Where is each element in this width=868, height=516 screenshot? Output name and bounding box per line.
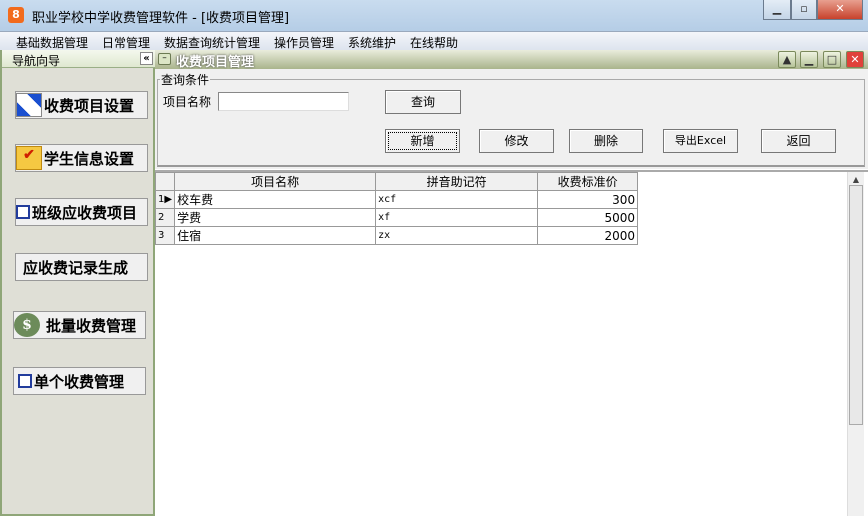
menu-query-stats[interactable]: 数据查询统计管理 <box>164 34 260 51</box>
menu-help[interactable]: 在线帮助 <box>410 34 458 51</box>
vertical-scrollbar[interactable]: ▲ <box>847 172 864 516</box>
fee-items-window: – 收费项目管理 ▲ ▁ □ ✕ 查询条件 项目名称 查询 新增 修改 删除 导… <box>154 50 868 516</box>
table-header-row: 项目名称 拼音助记符 收费标准价 <box>154 172 639 191</box>
nav-title: 导航向导 <box>12 54 61 68</box>
nav-student-info[interactable]: ✔ 学生信息设置 <box>15 144 148 172</box>
scrollbar-thumb[interactable] <box>849 185 863 425</box>
nav-panel: 导航向导 « 收费项目设置 ✔ 学生信息设置 班级应收费项目 应收费记录生成 $… <box>0 50 155 516</box>
folder-checklist-icon: ✔ <box>16 146 42 170</box>
menu-basic-data[interactable]: 基础数据管理 <box>16 34 88 51</box>
search-button[interactable]: 查询 <box>385 90 461 114</box>
nav-label: 单个收费管理 <box>34 372 125 391</box>
cell-name[interactable]: 校车费 <box>174 190 377 209</box>
nav-class-fees[interactable]: 班级应收费项目 <box>15 198 148 226</box>
money-bag-icon: $ <box>14 313 40 337</box>
cell-price[interactable]: 2000 <box>537 226 639 245</box>
export-excel-button[interactable]: 导出Excel <box>663 129 738 153</box>
add-button[interactable]: 新增 <box>385 129 460 153</box>
card-hand-icon <box>16 205 30 219</box>
header-name[interactable]: 项目名称 <box>174 172 377 191</box>
cell-price[interactable]: 300 <box>537 190 639 209</box>
table-row[interactable]: 1▶ 校车费 xcf 300 <box>154 190 639 209</box>
nav-batch-fees[interactable]: $ 批量收费管理 <box>13 311 146 339</box>
close-button[interactable]: ✕ <box>817 0 863 20</box>
menu-bar: 基础数据管理 日常管理 数据查询统计管理 操作员管理 系统维护 在线帮助 <box>0 31 868 50</box>
table-row[interactable]: 2 学费 xf 5000 <box>154 208 639 227</box>
header-pinyin[interactable]: 拼音助记符 <box>375 172 539 191</box>
cell-pinyin[interactable]: xf <box>375 208 539 227</box>
minimize-button[interactable]: ▁ <box>763 0 791 20</box>
system-menu-icon[interactable]: – <box>158 53 171 65</box>
nav-single-fees[interactable]: 单个收费管理 <box>13 367 146 395</box>
title-bar: 8 职业学校中学收费管理软件 - [收费项目管理] ▁ ▫ ✕ <box>0 0 868 31</box>
row-indicator: 2 <box>154 208 176 227</box>
nav-label: 学生信息设置 <box>44 149 135 168</box>
cell-name[interactable]: 住宿 <box>174 226 377 245</box>
scroll-up-button[interactable]: ▲ <box>778 51 796 68</box>
delete-button[interactable]: 删除 <box>569 129 643 153</box>
child-title-bar: – 收费项目管理 ▲ ▁ □ ✕ <box>155 50 868 70</box>
cell-price[interactable]: 5000 <box>537 208 639 227</box>
cell-pinyin[interactable]: zx <box>375 226 539 245</box>
header-indicator <box>154 172 176 191</box>
card-hand-icon <box>18 374 32 388</box>
restore-button[interactable]: ▫ <box>791 0 817 20</box>
child-close-button[interactable]: ✕ <box>846 51 864 68</box>
query-panel: 查询条件 项目名称 查询 新增 修改 删除 导出Excel 返回 <box>155 69 868 169</box>
fee-items-grid: 项目名称 拼音助记符 收费标准价 1▶ 校车费 xcf 300 2 学费 xf … <box>154 170 868 516</box>
row-indicator: 3 <box>154 226 176 245</box>
child-window-title: 收费项目管理 <box>176 55 255 70</box>
cell-name[interactable]: 学费 <box>174 208 377 227</box>
header-price[interactable]: 收费标准价 <box>537 172 639 191</box>
scroll-up-arrow-icon[interactable]: ▲ <box>848 175 864 184</box>
nav-label: 班级应收费项目 <box>32 203 138 222</box>
table-row[interactable]: 3 住宿 zx 2000 <box>154 226 639 245</box>
child-minimize-button[interactable]: ▁ <box>800 51 818 68</box>
child-maximize-button[interactable]: □ <box>823 51 841 68</box>
query-legend: 查询条件 <box>160 71 211 88</box>
item-name-input[interactable] <box>218 92 349 111</box>
edit-button[interactable]: 修改 <box>479 129 554 153</box>
menu-operators[interactable]: 操作员管理 <box>274 34 334 51</box>
item-name-label: 项目名称 <box>163 95 212 109</box>
window-title: 职业学校中学收费管理软件 - [收费项目管理] <box>32 11 290 26</box>
collapse-button[interactable]: « <box>140 52 153 65</box>
fee-items-table: 项目名称 拼音助记符 收费标准价 1▶ 校车费 xcf 300 2 学费 xf … <box>154 172 639 245</box>
menu-daily[interactable]: 日常管理 <box>102 34 150 51</box>
nav-label: 批量收费管理 <box>46 316 137 335</box>
nav-generate-records[interactable]: 应收费记录生成 <box>15 253 148 281</box>
row-indicator: 1▶ <box>154 190 176 209</box>
menu-system[interactable]: 系统维护 <box>348 34 396 51</box>
cell-pinyin[interactable]: xcf <box>375 190 539 209</box>
app-icon: 8 <box>8 7 24 23</box>
back-button[interactable]: 返回 <box>761 129 836 153</box>
nav-header: 导航向导 « <box>2 50 155 68</box>
nav-fee-items[interactable]: 收费项目设置 <box>15 91 148 119</box>
nav-label: 收费项目设置 <box>44 96 135 115</box>
nav-label: 应收费记录生成 <box>23 258 129 277</box>
table-edit-icon <box>16 93 42 117</box>
